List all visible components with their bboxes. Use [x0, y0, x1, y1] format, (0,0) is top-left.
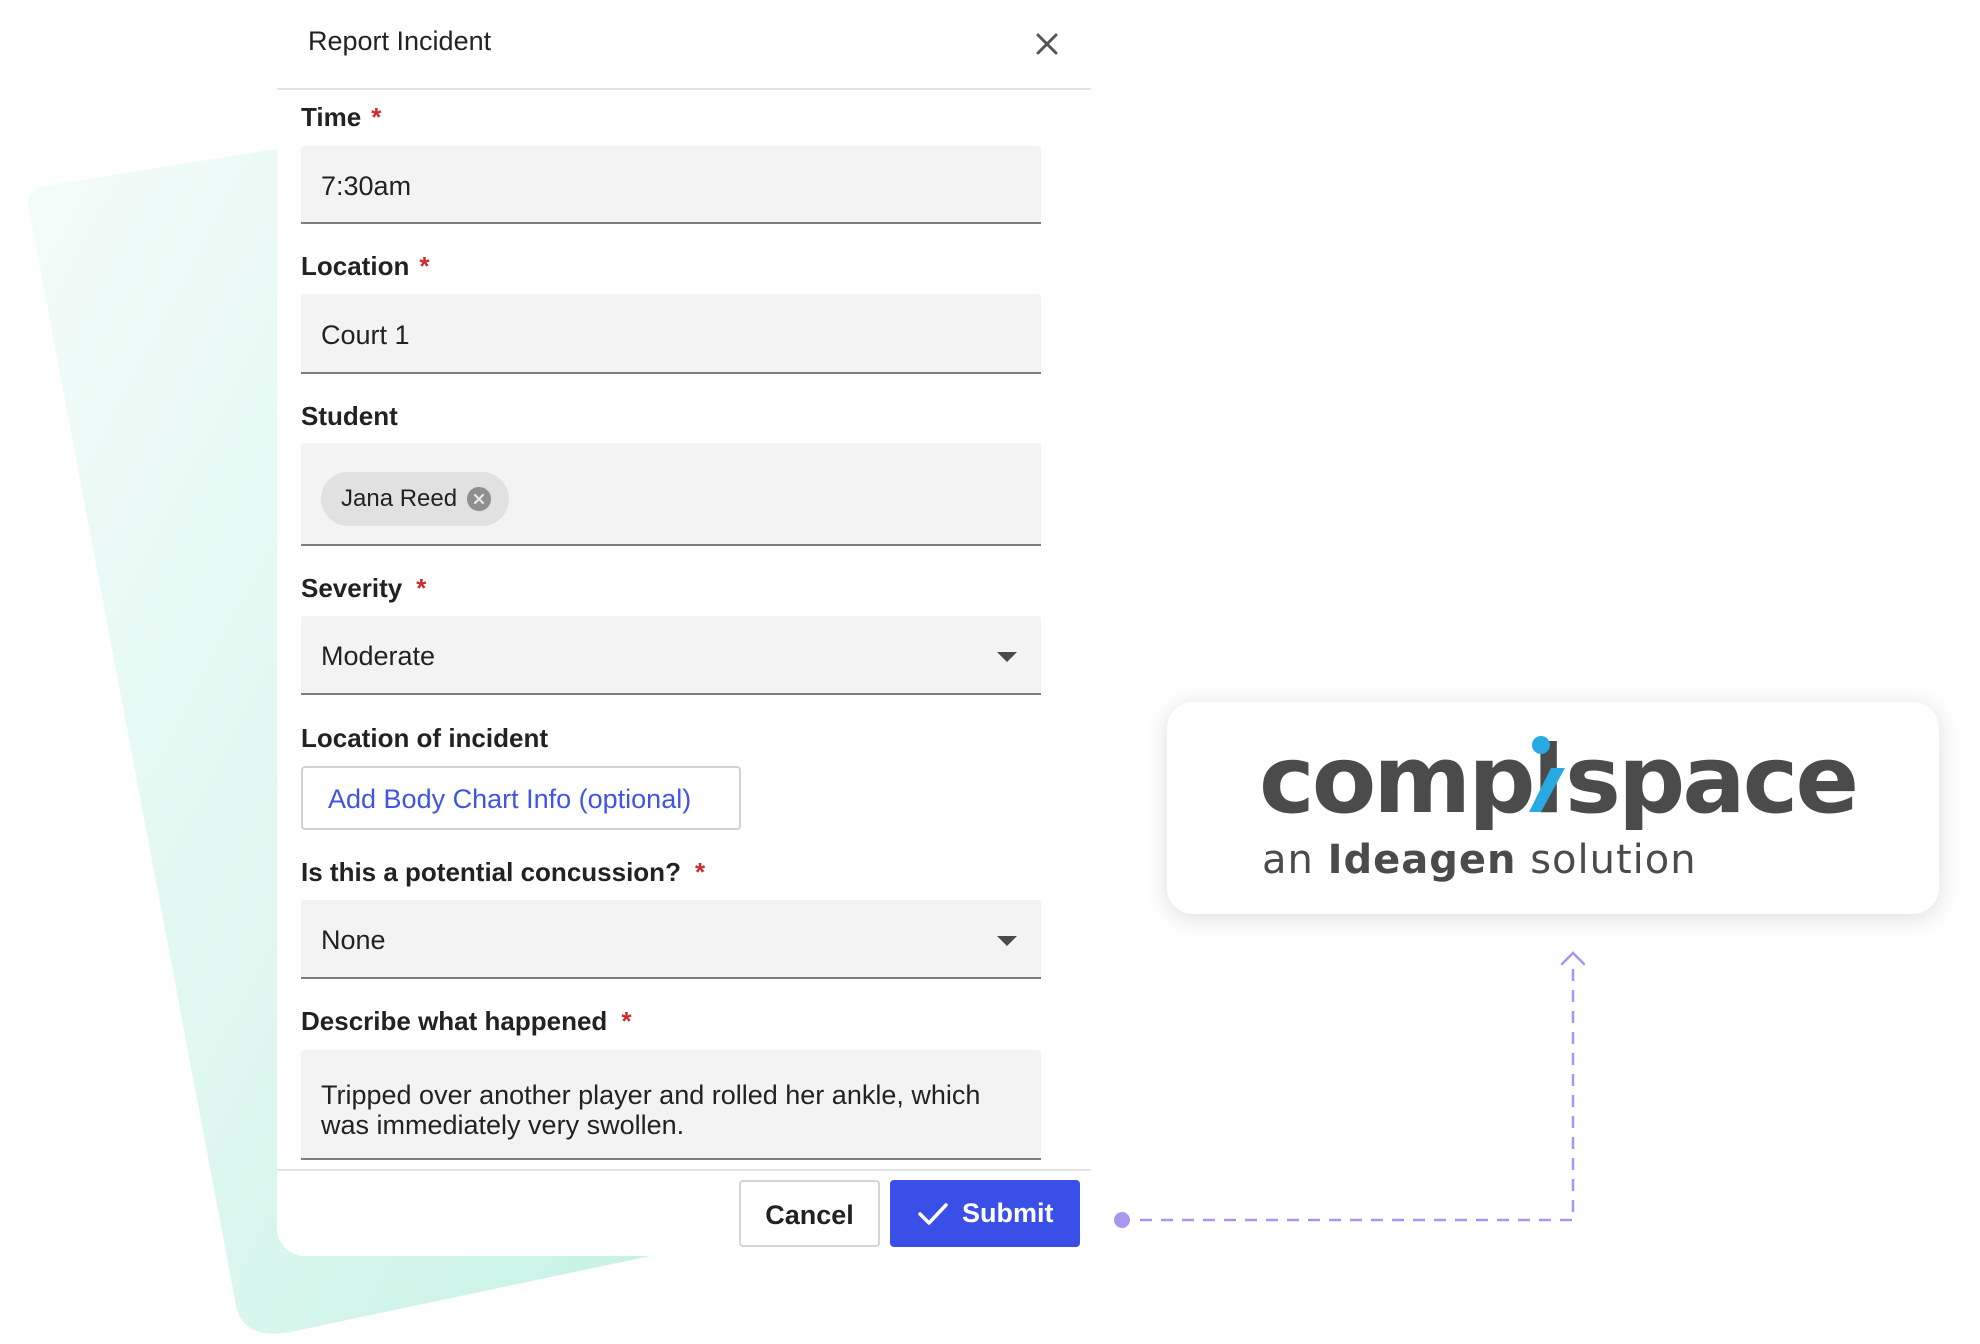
severity-value: Moderate [321, 641, 436, 671]
complispace-logo-card: compl space an Ideagen solution [1167, 702, 1939, 914]
dashed-connector-arrow [1114, 951, 1586, 1228]
concussion-select[interactable]: None [301, 900, 1041, 979]
add-body-chart-button[interactable]: Add Body Chart Info (optional) [301, 766, 741, 830]
logo-tagline: an Ideagen solution [1262, 837, 1697, 883]
logo-wordmark-right: space [1565, 730, 1856, 830]
required-asterisk: * [419, 251, 430, 281]
submit-button-label: Submit [962, 1198, 1054, 1228]
tagline-prefix: an [1262, 837, 1314, 883]
chevron-down-icon [997, 936, 1017, 946]
chevron-down-icon [997, 652, 1017, 662]
describe-label-text: Describe what happened [301, 1006, 608, 1036]
describe-value-line-2: was immediately very swollen. [321, 1110, 685, 1140]
close-icon[interactable] [1027, 24, 1067, 64]
check-icon [918, 1203, 948, 1225]
time-label-text: Time [301, 102, 362, 132]
student-input[interactable]: Jana Reed [301, 443, 1041, 546]
remove-chip-icon[interactable] [467, 487, 491, 511]
location-of-incident-label-text: Location of incident [301, 723, 548, 753]
complispace-logo: compl space [1259, 730, 1859, 830]
cancel-button-label: Cancel [765, 1200, 854, 1230]
required-asterisk: * [371, 102, 382, 132]
location-of-incident-label: Location of incident [301, 723, 548, 754]
tagline-suffix: solution [1530, 837, 1697, 883]
location-label-text: Location [301, 251, 410, 281]
time-label: Time * [301, 102, 381, 133]
tagline-brand: Ideagen [1327, 837, 1517, 883]
location-value: Court 1 [321, 320, 410, 350]
add-body-chart-label: Add Body Chart Info (optional) [328, 784, 692, 814]
required-asterisk: * [416, 573, 427, 603]
severity-label: Severity * [301, 573, 426, 604]
time-value: 7:30am [321, 171, 412, 201]
student-label: Student [301, 401, 398, 432]
logo-dot [1532, 736, 1550, 754]
report-incident-dialog: Report Incident Time * 7:30am Location * C… [277, 0, 1091, 1256]
submit-button[interactable]: Submit [890, 1180, 1080, 1247]
concussion-value: None [321, 925, 386, 955]
logo-wordmark-left: compl [1259, 730, 1562, 830]
concussion-label-text: Is this a potential concussion? [301, 857, 681, 887]
location-label: Location * [301, 251, 429, 282]
describe-label: Describe what happened * [301, 1006, 631, 1037]
time-input[interactable]: 7:30am [301, 146, 1041, 224]
required-asterisk: * [621, 1006, 632, 1036]
describe-textarea[interactable]: Tripped over another player and rolled h… [301, 1050, 1041, 1160]
severity-select[interactable]: Moderate [301, 616, 1041, 695]
required-asterisk: * [694, 857, 706, 887]
describe-value-line-1: Tripped over another player and rolled h… [321, 1080, 981, 1110]
student-chip: Jana Reed [321, 472, 509, 526]
location-input[interactable]: Court 1 [301, 294, 1041, 374]
student-label-text: Student [301, 401, 398, 431]
concussion-label: Is this a potential concussion? * [301, 857, 705, 888]
dialog-title: Report Incident [308, 26, 492, 56]
severity-label-text: Severity [301, 573, 403, 603]
footer-divider [277, 1169, 1091, 1171]
cancel-button[interactable]: Cancel [739, 1180, 880, 1247]
dialog-header: Report Incident [277, 0, 1091, 90]
student-chip-label: Jana Reed [341, 485, 458, 512]
